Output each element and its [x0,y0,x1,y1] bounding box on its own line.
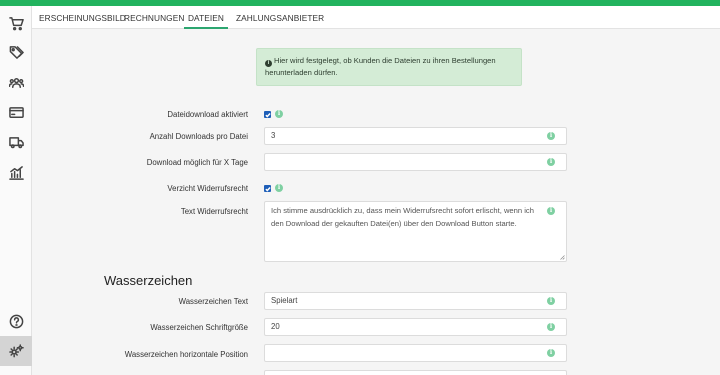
sidebar-item-settings[interactable] [0,336,32,366]
downloads-per-file-value: 3 [271,131,276,140]
watermark-h-position-input[interactable]: i [264,344,567,362]
info-icon[interactable]: i [547,132,555,140]
waive-withdrawal-label: Verzicht Widerrufsrecht [167,184,248,193]
sidebar-item-customers[interactable] [0,67,32,97]
credit-card-icon [8,106,24,118]
watermark-font-size-input[interactable]: 20 i [264,318,567,336]
info-icon[interactable]: i [547,158,555,166]
download-enabled-checkbox[interactable] [264,111,271,118]
withdrawal-text-textarea[interactable]: Ich stimme ausdrücklich zu, dass mein Wi… [264,201,567,262]
info-icon[interactable]: i [547,297,555,305]
alert-text: Hier wird festgelegt, ob Kunden die Date… [265,56,496,77]
watermark-font-size-value: 20 [271,322,280,331]
settings-content: i Hier wird festgelegt, ob Kunden die Dat… [32,29,720,375]
info-icon[interactable]: i [547,207,555,215]
sidebar-item-payments[interactable] [0,97,32,127]
sidebar-item-statistics[interactable] [0,157,32,187]
info-icon: i [265,60,272,67]
watermark-text-input[interactable]: Spielart i [264,292,567,310]
download-enabled-label: Dateidownload aktiviert [167,110,248,119]
withdrawal-text-label: Text Widerrufsrecht [180,207,248,216]
sidebar-item-orders[interactable] [0,8,32,38]
chart-icon [8,165,24,180]
tab-dateien[interactable]: DATEIEN [184,6,228,29]
help-icon [9,314,23,328]
sidebar-item-products[interactable] [0,37,32,67]
info-icon[interactable]: i [275,184,283,192]
tab-rechnungen[interactable]: RECHNUNGEN [124,6,184,29]
watermark-font-size-label: Wasserzeichen Schriftgröße [150,323,248,332]
info-icon[interactable]: i [547,323,555,331]
next-field-input[interactable] [264,370,567,375]
tab-zahlungsanbieter[interactable]: ZAHLUNGSANBIETER [236,6,324,29]
tab-erscheinungsbild[interactable]: ERSCHEINUNGSBILD [39,6,126,29]
settings-icon [8,343,24,357]
downloads-per-file-input[interactable]: 3 i [264,127,567,145]
sidebar-item-shipping[interactable] [0,127,32,157]
tab-bar: ERSCHEINUNGSBILD RECHNUNGEN DATEIEN ZAHL… [32,6,720,29]
waive-withdrawal-checkbox[interactable] [264,185,271,192]
withdrawal-text-value: Ich stimme ausdrücklich zu, dass mein Wi… [271,206,534,228]
resize-grip-icon[interactable] [559,254,565,260]
watermark-text-value: Spielart [271,296,298,305]
cart-icon [8,16,24,30]
info-icon[interactable]: i [547,349,555,357]
info-alert: i Hier wird festgelegt, ob Kunden die Dat… [256,48,522,86]
truck-icon [8,136,24,148]
users-icon [8,77,24,88]
check-icon [264,112,271,118]
sidebar-item-help[interactable] [0,306,32,336]
download-days-label: Download möglich für X Tage [146,158,248,167]
watermark-text-label: Wasserzeichen Text [178,297,248,306]
info-icon[interactable]: i [275,110,283,118]
watermark-h-position-label: Wasserzeichen horizontale Position [124,350,248,359]
download-days-input[interactable]: i [264,153,567,171]
downloads-per-file-label: Anzahl Downloads pro Datei [149,132,248,141]
tags-icon [9,45,24,59]
watermark-section-title: Wasserzeichen [104,273,193,288]
check-icon [264,186,271,192]
sidebar [0,6,32,375]
